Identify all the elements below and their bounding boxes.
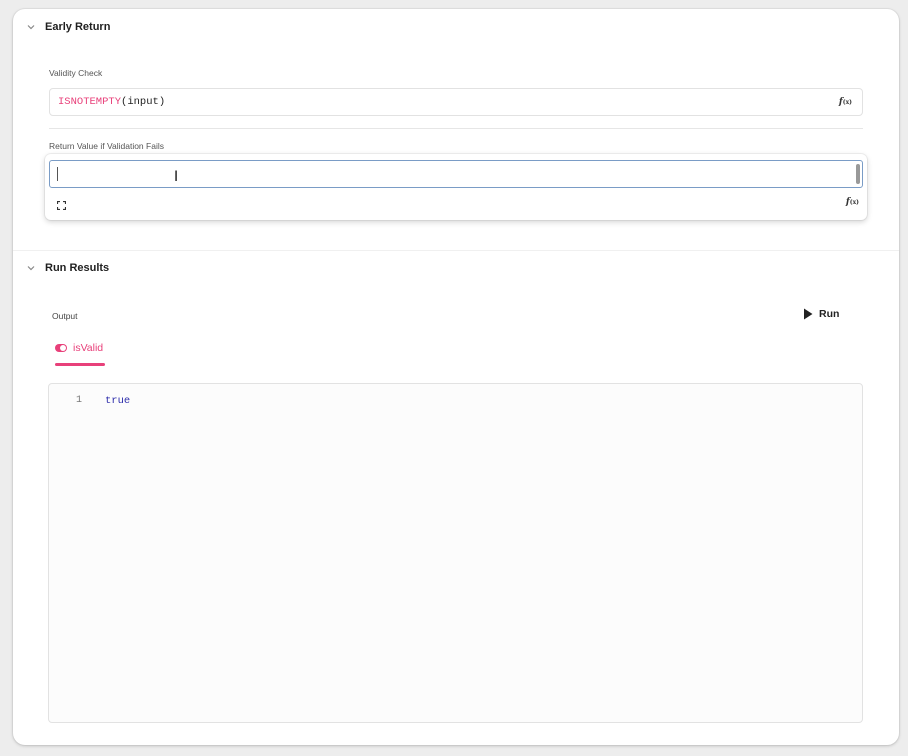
formula-icon[interactable]: f(x) xyxy=(839,97,852,107)
section-title-early-return: Early Return xyxy=(45,21,111,33)
tab-active-indicator xyxy=(55,363,105,366)
section-title-run-results: Run Results xyxy=(45,262,110,274)
line-number: 1 xyxy=(76,395,83,406)
expression-editor-popover: I f(x) xyxy=(45,154,867,220)
chevron-down-icon[interactable] xyxy=(26,263,36,273)
scrollbar[interactable] xyxy=(856,164,860,184)
run-button[interactable]: Run xyxy=(803,305,839,323)
play-icon xyxy=(804,308,813,320)
divider xyxy=(49,128,863,129)
return-value-label: Return Value if Validation Fails xyxy=(49,141,164,151)
toggle-icon xyxy=(55,344,67,352)
output-value: true xyxy=(105,395,131,407)
chevron-down-icon[interactable] xyxy=(26,22,36,32)
validity-expression: ISNOTEMPTY(input) xyxy=(58,96,165,108)
expand-icon[interactable] xyxy=(56,197,67,211)
validity-check-input[interactable]: ISNOTEMPTY(input) f(x) xyxy=(49,88,863,116)
output-label: Output xyxy=(52,311,78,321)
function-name: ISNOTEMPTY xyxy=(58,96,122,108)
early-return-header[interactable]: Early Return xyxy=(13,9,899,45)
main-panel: Early Return Validity Check ISNOTEMPTY(i… xyxy=(13,9,899,745)
run-results-header[interactable]: Run Results xyxy=(13,250,899,286)
output-code-editor[interactable]: 1 true xyxy=(48,383,863,723)
tab-label: isValid xyxy=(73,342,104,354)
text-caret xyxy=(57,167,58,181)
formula-icon[interactable]: f(x) xyxy=(846,197,859,207)
validity-check-label: Validity Check xyxy=(49,68,103,78)
return-value-input[interactable]: I xyxy=(49,160,863,188)
function-args: (input) xyxy=(121,96,166,108)
run-button-label: Run xyxy=(819,308,840,320)
ibeam-cursor-icon: I xyxy=(174,169,179,185)
